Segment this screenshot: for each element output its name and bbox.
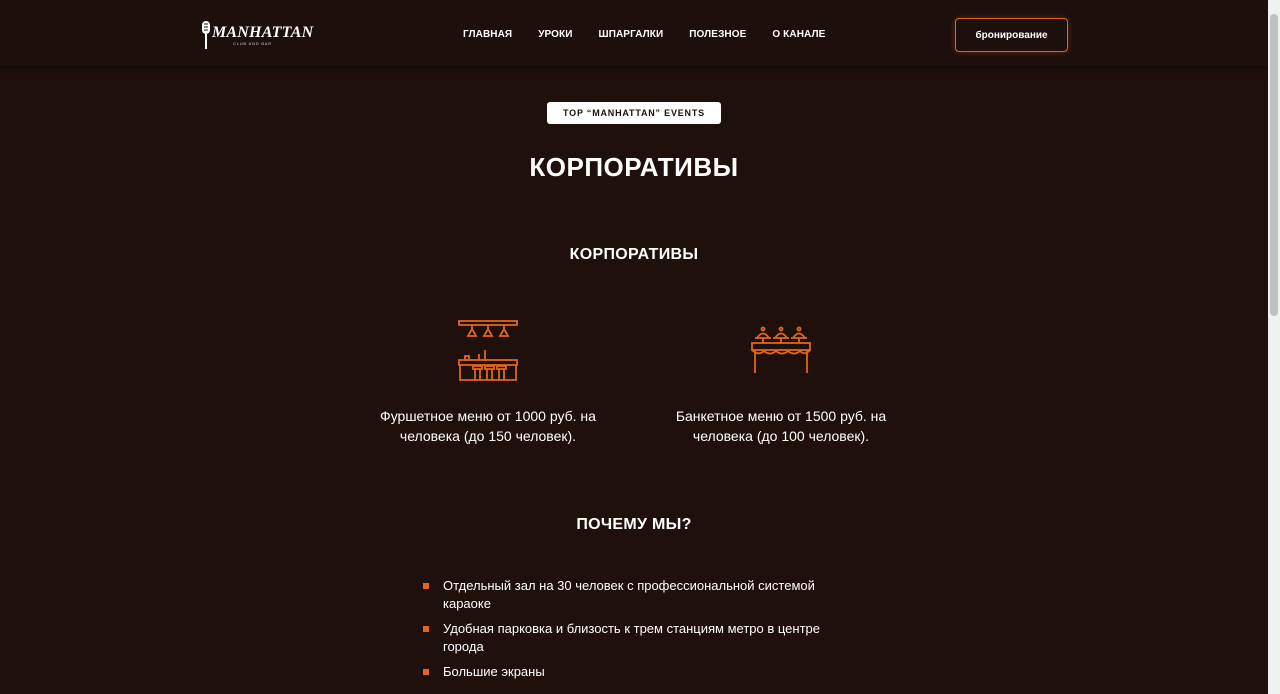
booking-button[interactable]: бронирование xyxy=(955,18,1068,52)
reasons-list: Отдельный зал на 30 человек с профессион… xyxy=(423,577,863,688)
page-title: КОРПОРАТИВЫ xyxy=(529,152,739,182)
buffet-feature-text: Фуршетное меню от 1000 руб. на человека … xyxy=(380,408,596,444)
nav-item-lessons[interactable]: УРОКИ xyxy=(538,29,572,43)
site-header: MANHATTAN CLUB AND BAR ГЛАВНАЯ УРОКИ ШПА… xyxy=(0,0,1268,66)
section-title: КОРПОРАТИВЫ xyxy=(569,246,699,263)
nav-item-cheatsheets[interactable]: ШПАРГАЛКИ xyxy=(599,29,664,43)
reason-text: Удобная парковка и близость к трем станц… xyxy=(443,621,820,654)
nav-item-home[interactable]: ГЛАВНАЯ xyxy=(463,29,512,43)
buffet-feature: Фуршетное меню от 1000 руб. на человека … xyxy=(363,318,613,446)
orange-bullet-icon xyxy=(423,669,429,675)
main-nav: ГЛАВНАЯ УРОКИ ШПАРГАЛКИ ПОЛЕЗНОЕ О КАНАЛ… xyxy=(463,29,851,43)
orange-bullet-icon xyxy=(423,626,429,632)
reason-item: Отдельный зал на 30 человек с профессион… xyxy=(423,577,863,613)
orange-bullet-icon xyxy=(423,583,429,589)
page-scrollbar[interactable] xyxy=(1268,0,1280,694)
banquet-feature: Банкетное меню от 1500 руб. на человека … xyxy=(656,318,906,446)
nav-item-about[interactable]: О КАНАЛЕ xyxy=(772,29,825,43)
scrollbar-thumb[interactable] xyxy=(1270,14,1278,316)
manhattan-logo[interactable]: MANHATTAN CLUB AND BAR xyxy=(200,20,314,50)
why-us-title: ПОЧЕМУ МЫ? xyxy=(576,516,692,533)
events-tag: TOP “MANHATTAN” EVENTS xyxy=(547,102,721,124)
banquet-feature-text: Банкетное меню от 1500 руб. на человека … xyxy=(675,408,887,444)
banquet-table-icon xyxy=(751,326,811,373)
reason-text: Большие экраны xyxy=(443,664,545,679)
logo-text: MANHATTAN xyxy=(212,24,314,41)
bar-counter-icon xyxy=(458,320,518,381)
logo-subtitle: CLUB AND BAR xyxy=(233,41,272,46)
reason-item: Удобная парковка и близость к трем станц… xyxy=(423,620,863,656)
nav-item-useful[interactable]: ПОЛЕЗНОЕ xyxy=(689,29,746,43)
reason-item: Большие экраны xyxy=(423,663,863,681)
reason-text: Отдельный зал на 30 человек с профессион… xyxy=(443,578,815,611)
